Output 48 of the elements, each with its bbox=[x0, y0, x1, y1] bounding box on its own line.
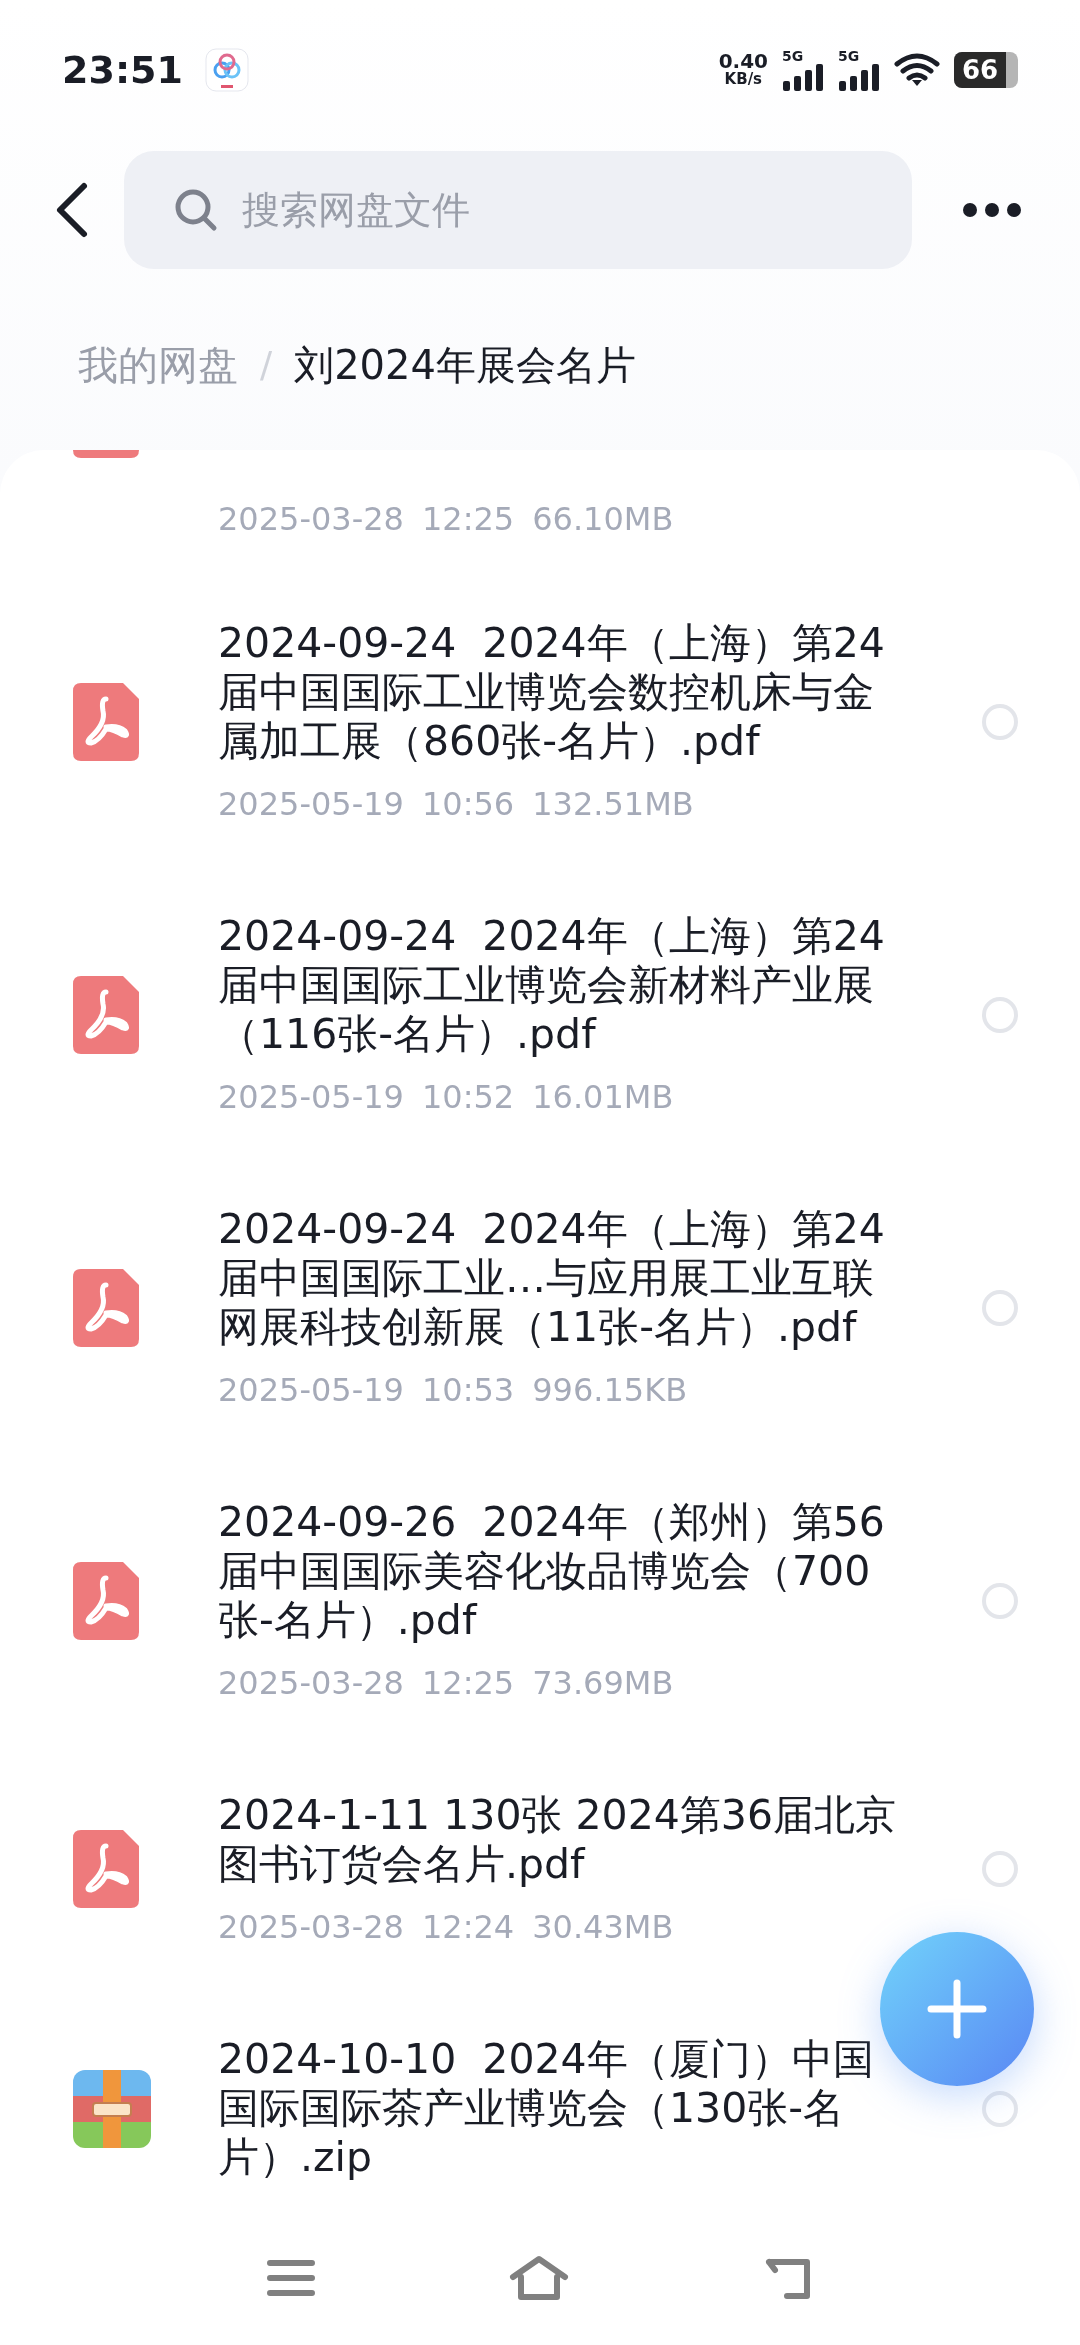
clock: 23:51 bbox=[62, 46, 183, 94]
modified-date: 2025-03-28 bbox=[218, 499, 404, 540]
network-type: 5G bbox=[782, 49, 804, 63]
network-type: 5G bbox=[838, 49, 860, 63]
pdf-file-icon bbox=[73, 682, 139, 761]
file-size: 996.15KB bbox=[532, 1370, 688, 1410]
signal-icon bbox=[838, 63, 880, 91]
file-size: 73.69MB bbox=[532, 1663, 674, 1703]
pdf-file-icon bbox=[73, 1830, 139, 1908]
file-size: 66.10MB bbox=[532, 499, 674, 540]
search-icon bbox=[174, 188, 218, 232]
current-folder: 刘2024年展会名片 bbox=[294, 341, 636, 390]
net-speed: 0.40 bbox=[718, 52, 768, 70]
search-field[interactable]: 搜索网盘文件 bbox=[124, 151, 912, 269]
file-name[interactable]: 2024-09-24 2024年（上海）第24届中国国际工业博览会新材料产业展（116张-名片）.pdf bbox=[218, 912, 908, 1059]
pdf-file-icon bbox=[73, 1268, 139, 1347]
modified-time: 12:24 bbox=[421, 1907, 515, 1947]
modified-time: 10:56 bbox=[421, 784, 515, 824]
file-name[interactable]: 2024-09-24 2024年（上海）第24届中国国际工业…与应用展工业互联网展科技创新展（11张-名片）.pdf bbox=[218, 1205, 908, 1352]
file-name[interactable]: 2024-10-10 2024年（厦门）中国国际国际茶产业博览会（130张-名片）.zip bbox=[218, 2035, 908, 2182]
modified-date: 2025-05-19 bbox=[218, 1077, 404, 1117]
more-icon[interactable] bbox=[962, 202, 1022, 218]
app-icon bbox=[204, 48, 249, 92]
modified-time: 12:25 bbox=[421, 499, 515, 540]
file-name[interactable]: 2024-09-24 2024年（上海）第24届中国国际工业博览会数控机床与金属加工展（860张-名片）.pdf bbox=[218, 619, 908, 766]
wifi-icon bbox=[894, 52, 940, 88]
file-name[interactable]: 2024-1-11 130张 2024第36届北京图书订货会名片.pdf bbox=[218, 1791, 908, 1889]
separator: / bbox=[260, 343, 273, 387]
modified-time: 10:53 bbox=[421, 1370, 515, 1410]
net-unit: KB/s bbox=[724, 70, 763, 88]
home-icon[interactable] bbox=[509, 2254, 569, 2301]
plus-icon bbox=[927, 1979, 987, 2039]
file-size: 30.43MB bbox=[532, 1907, 674, 1947]
modified-date: 2025-03-28 bbox=[218, 1907, 404, 1947]
pdf-file-icon bbox=[73, 975, 139, 1054]
battery-icon: 66 bbox=[954, 52, 1018, 88]
file-size: 132.51MB bbox=[532, 784, 694, 824]
file-size: 16.01MB bbox=[532, 1077, 674, 1117]
file-name[interactable]: 2024-09-26 2024年（郑州）第56届中国国际美容化妆品博览会（700张-名片）.pdf bbox=[218, 1498, 908, 1645]
modified-time: 12:25 bbox=[421, 1663, 515, 1703]
modified-date: 2025-05-19 bbox=[218, 784, 404, 824]
modified-date: 2025-05-19 bbox=[218, 1370, 404, 1410]
menu-icon[interactable] bbox=[267, 2258, 315, 2297]
signal-icon bbox=[782, 63, 824, 91]
modified-date: 2025-03-28 bbox=[218, 1663, 404, 1703]
modified-time: 10:52 bbox=[421, 1077, 515, 1117]
archive-file-icon bbox=[73, 2069, 151, 2148]
pdf-file-icon bbox=[73, 1561, 139, 1640]
